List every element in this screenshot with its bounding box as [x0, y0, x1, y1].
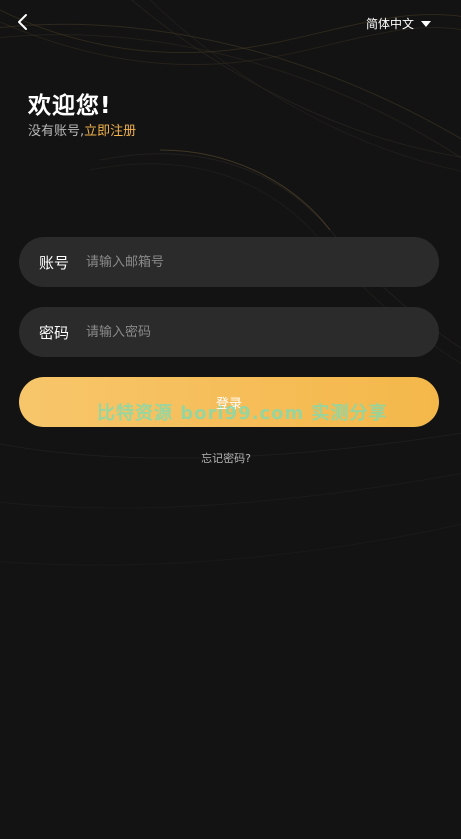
register-prompt: 没有账号,立即注册: [28, 120, 136, 139]
password-field: 密码: [19, 307, 439, 357]
password-label: 密码: [39, 323, 70, 342]
login-page: 简体中文 欢迎您! 没有账号,立即注册 账号 密码 登录 比特资源 bori99…: [0, 0, 461, 839]
caret-down-icon: [421, 20, 431, 27]
account-field: 账号: [19, 237, 439, 287]
language-label: 简体中文: [365, 16, 414, 31]
account-label: 账号: [39, 253, 70, 272]
language-select[interactable]: 简体中文: [366, 14, 431, 32]
forgot-password-link[interactable]: 忘记密码?: [0, 450, 452, 466]
chevron-left-icon: [18, 14, 27, 30]
account-input[interactable]: [86, 242, 419, 282]
top-bar: 简体中文: [0, 0, 461, 46]
watermark: 比特资源 bori99.com 实测分享: [97, 403, 388, 424]
no-account-text: 没有账号,: [28, 124, 85, 139]
password-input[interactable]: [86, 312, 419, 352]
back-button[interactable]: [12, 11, 34, 33]
welcome-title: 欢迎您!: [28, 93, 112, 119]
register-link[interactable]: 立即注册: [84, 124, 136, 139]
